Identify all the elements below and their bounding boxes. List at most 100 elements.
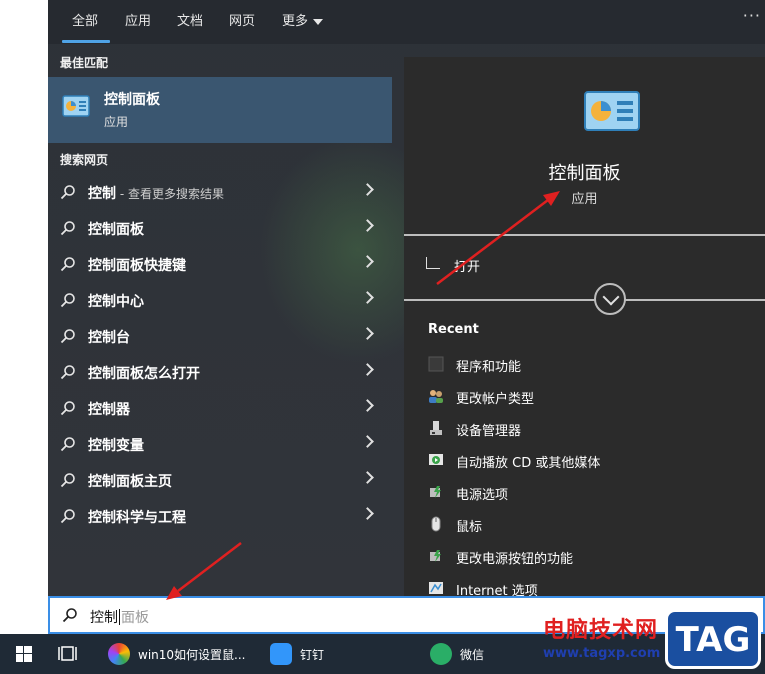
chevron-right-icon [361, 183, 374, 196]
recent-item[interactable]: 自动播放 CD 或其他媒体 [428, 448, 748, 472]
search-typed-text: 控制 [90, 610, 118, 626]
programs-icon [428, 356, 444, 372]
web-result-row[interactable]: 控制面板 [48, 210, 392, 246]
start-search-panel: 全部 应用 文档 网页 更多 ··· 最佳匹配 控制面板 应用 搜索网页 控制 … [48, 0, 765, 596]
taskbar-app-label: 微信 [460, 648, 485, 662]
watermark-badge: TAG [665, 609, 761, 669]
recent-item-label: 电源选项 [456, 488, 509, 503]
web-result-row[interactable]: 控制 - 查看更多搜索结果 [48, 174, 392, 210]
chevron-right-icon [361, 435, 374, 448]
recent-item[interactable]: 程序和功能 [428, 352, 748, 376]
recent-item-label: Internet 选项 [456, 584, 538, 596]
best-match-item[interactable]: 控制面板 应用 [48, 77, 392, 143]
search-icon [60, 257, 75, 272]
more-options-icon[interactable]: ··· [743, 6, 761, 25]
recent-item-label: 自动播放 CD 或其他媒体 [456, 456, 601, 471]
filter-tab-bar: 全部 应用 文档 网页 更多 ··· [48, 0, 765, 44]
tab-all[interactable]: 全部 [72, 10, 98, 29]
text-caret [119, 609, 120, 625]
best-match-title: 控制面板 [104, 92, 160, 108]
web-result-hint: - 查看更多搜索结果 [116, 187, 224, 201]
web-result-row[interactable]: 控制科学与工程 [48, 498, 392, 534]
search-suggestion: 面板 [121, 610, 149, 626]
recent-heading: Recent [428, 322, 479, 337]
autoplay-icon [429, 454, 443, 465]
recent-item[interactable]: 电源选项 [428, 480, 748, 504]
web-result-label: 控制 - 查看更多搜索结果 [88, 186, 224, 202]
search-icon [60, 329, 75, 344]
recent-item[interactable]: Internet 选项 [428, 576, 748, 596]
tab-web[interactable]: 网页 [229, 10, 255, 29]
tab-apps[interactable]: 应用 [125, 10, 151, 29]
search-query: 控制 面板 [90, 607, 149, 627]
web-result-row[interactable]: 控制台 [48, 318, 392, 354]
expand-button[interactable] [594, 283, 626, 315]
web-result-row[interactable]: 控制面板快捷键 [48, 246, 392, 282]
web-result-row[interactable]: 控制中心 [48, 282, 392, 318]
chevron-right-icon [361, 291, 374, 304]
chevron-right-icon [361, 327, 374, 340]
preview-pane: 控制面板 应用 打开 Recent 程序和功能 更改帐户类型 设备管理器 自动播… [404, 57, 765, 596]
preview-title: 控制面板 [548, 163, 621, 184]
web-result-label: 控制中心 [88, 294, 144, 310]
web-result-label: 控制面板 [88, 222, 144, 238]
watermark-url: www.tagxp.com [543, 646, 661, 661]
search-icon [60, 509, 75, 524]
recent-item[interactable]: 鼠标 [428, 512, 748, 536]
desktop-background [0, 0, 48, 634]
web-result-label: 控制面板怎么打开 [88, 366, 200, 382]
taskbar-app-dingtalk[interactable]: 钉钉 [270, 634, 350, 674]
search-icon [60, 185, 75, 200]
search-icon [60, 401, 75, 416]
search-icon [60, 293, 75, 308]
open-button[interactable]: 打开 [426, 254, 626, 276]
recent-item[interactable]: 设备管理器 [428, 416, 748, 440]
mouse-icon [431, 516, 441, 532]
internet-options-icon [429, 582, 443, 594]
web-result-row[interactable]: 控制变量 [48, 426, 392, 462]
chevron-right-icon [361, 471, 374, 484]
tab-more[interactable]: 更多 [282, 10, 324, 29]
web-result-row[interactable]: 控制面板主页 [48, 462, 392, 498]
web-result-label: 控制器 [88, 402, 130, 418]
divider [404, 299, 765, 301]
wechat-icon [430, 643, 452, 665]
preview-subtitle: 应用 [571, 192, 598, 207]
web-result-row[interactable]: 控制面板怎么打开 [48, 354, 392, 390]
recent-item-label: 鼠标 [456, 520, 483, 535]
recent-item-label: 更改电源按钮的功能 [456, 552, 574, 567]
tab-documents[interactable]: 文档 [177, 10, 203, 29]
taskbar-app-wechat[interactable]: 微信 [430, 634, 510, 674]
active-tab-indicator [62, 40, 110, 43]
search-icon [60, 365, 75, 380]
task-view-icon[interactable] [58, 644, 80, 664]
best-match-heading: 最佳匹配 [60, 56, 109, 70]
chevron-right-icon [361, 255, 374, 268]
divider [404, 234, 765, 236]
power-icon [430, 486, 441, 498]
web-result-label: 控制变量 [88, 438, 144, 454]
device-manager-icon [430, 421, 442, 435]
search-icon [62, 608, 77, 623]
chevron-right-icon [361, 399, 374, 412]
taskbar-app-browser[interactable]: win10如何设置鼠... [108, 634, 268, 674]
chevron-down-icon [313, 18, 324, 25]
web-search-heading: 搜索网页 [60, 153, 109, 167]
recent-item-label: 程序和功能 [456, 360, 522, 375]
power-button-icon [430, 550, 441, 562]
users-icon [429, 390, 443, 403]
recent-item-label: 设备管理器 [456, 424, 522, 439]
search-icon [60, 221, 75, 236]
windows-start-icon[interactable] [0, 634, 48, 674]
chevron-right-icon [361, 507, 374, 520]
chevron-right-icon [361, 219, 374, 232]
best-match-subtitle: 应用 [104, 115, 129, 129]
recent-item[interactable]: 更改电源按钮的功能 [428, 544, 748, 568]
tab-more-label: 更多 [282, 14, 309, 29]
recent-item-label: 更改帐户类型 [456, 392, 535, 407]
web-result-label: 控制面板快捷键 [88, 258, 186, 274]
web-result-row[interactable]: 控制器 [48, 390, 392, 426]
recent-item[interactable]: 更改帐户类型 [428, 384, 748, 408]
watermark-badge-text: TAG [675, 620, 751, 660]
control-panel-icon [62, 95, 90, 117]
